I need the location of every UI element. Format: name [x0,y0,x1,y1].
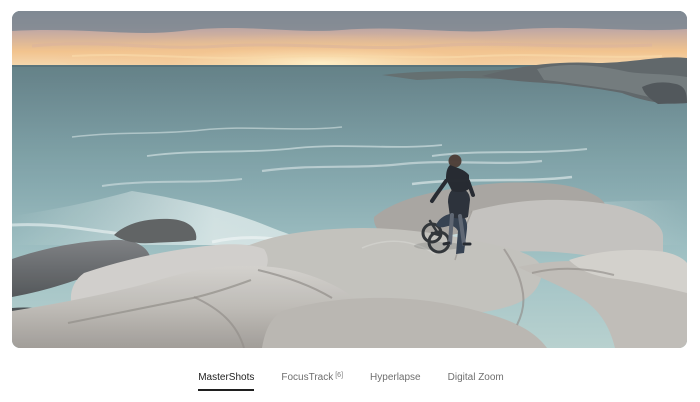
coastal-sunset-scene [12,11,687,348]
tab-hyperlapse[interactable]: Hyperlapse [370,360,421,391]
feature-tabs: MasterShots FocusTrack [6] Hyperlapse Di… [0,360,700,402]
tab-mastershots[interactable]: MasterShots [198,360,255,391]
tab-hyperlapse-label: Hyperlapse [370,372,421,383]
tab-focustrack-label: FocusTrack [281,372,334,383]
hero-video[interactable] [12,11,687,348]
tab-digital-zoom[interactable]: Digital Zoom [448,360,504,391]
tab-mastershots-label: MasterShots [198,372,255,383]
tab-focustrack-footnote: [6] [335,372,344,379]
page: MasterShots FocusTrack [6] Hyperlapse Di… [0,0,700,402]
tab-focustrack[interactable]: FocusTrack [6] [281,360,343,391]
tab-digital-zoom-label: Digital Zoom [447,372,504,383]
